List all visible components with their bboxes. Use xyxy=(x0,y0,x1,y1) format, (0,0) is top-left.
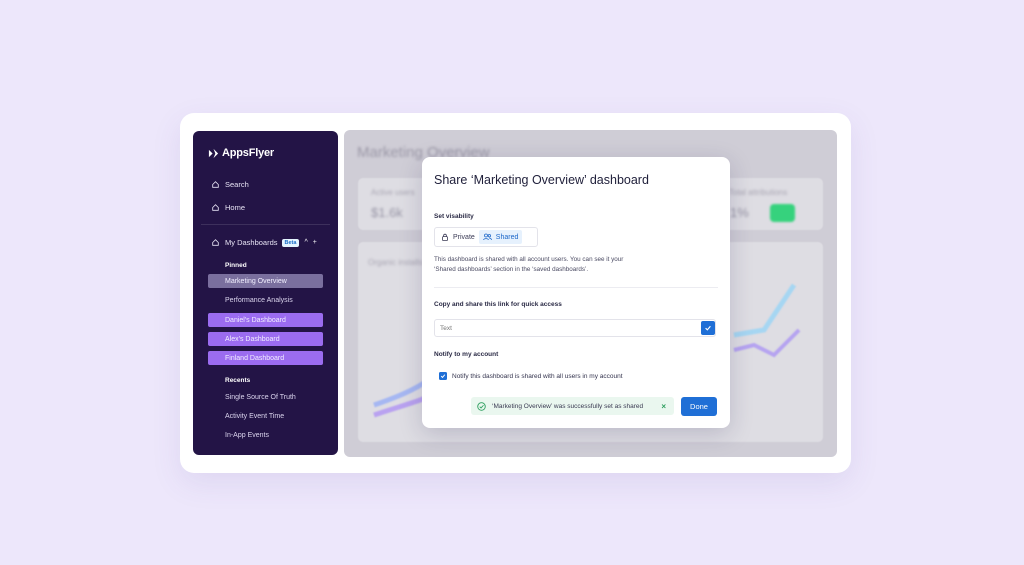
dialog-divider xyxy=(434,287,718,288)
lock-icon xyxy=(442,233,448,241)
home-icon xyxy=(212,239,219,246)
sidebar-item-my-dashboards[interactable]: My Dashboards Beta ^ + xyxy=(212,238,317,247)
private-label: Private xyxy=(453,233,475,241)
sidebar-item-search[interactable]: Search xyxy=(212,180,249,189)
sidebar-item-in-app-events[interactable]: In-App Events xyxy=(208,428,323,442)
notify-checkbox[interactable] xyxy=(439,372,447,380)
check-icon xyxy=(705,325,711,331)
share-link-input[interactable] xyxy=(434,319,716,337)
brand-logo[interactable]: AppsFlyer xyxy=(208,147,274,159)
collapse-chevron-icon[interactable]: ^ xyxy=(304,239,307,246)
sidebar-item-home[interactable]: Home xyxy=(212,203,245,212)
users-icon xyxy=(483,233,492,241)
success-toast: ‘Marketing Overview’ was successfully se… xyxy=(471,397,674,415)
done-button[interactable]: Done xyxy=(681,397,717,416)
chart-label: Organic installs xyxy=(368,258,423,267)
share-dialog: Share ‘Marketing Overview’ dashboard Set… xyxy=(422,157,730,428)
notify-section-label: Notify to my account xyxy=(434,351,499,358)
sidebar-item-label: My Dashboards xyxy=(225,238,278,247)
visibility-label: Set visability xyxy=(434,213,474,220)
check-icon xyxy=(440,374,446,379)
status-badge xyxy=(770,204,795,222)
notify-checkbox-label: Notify this dashboard is shared with all… xyxy=(452,372,623,380)
visibility-toggle: Private Shared xyxy=(434,227,538,247)
home-icon xyxy=(212,181,219,188)
kpi-value: $1.6k xyxy=(371,205,403,220)
sidebar-item-activity-event-time[interactable]: Activity Event Time xyxy=(208,409,323,423)
sidebar-item-marketing-overview[interactable]: Marketing Overview xyxy=(208,274,323,288)
appsflyer-logo-icon xyxy=(208,148,219,158)
shared-label: Shared xyxy=(495,233,519,241)
sidebar-item-daniels-dashboard[interactable]: Daniel's Dashboard xyxy=(208,313,323,327)
home-icon xyxy=(212,204,219,211)
visibility-description: This dashboard is shared with all accoun… xyxy=(434,256,624,273)
sidebar-item-alexs-dashboard[interactable]: Alex's Dashboard xyxy=(208,332,323,346)
kpi-label: Active users xyxy=(371,188,415,197)
close-icon[interactable]: × xyxy=(661,402,666,411)
sidebar: AppsFlyer Search Home My Dashboards Beta… xyxy=(193,131,338,455)
link-section-label: Copy and share this link for quick acces… xyxy=(434,301,562,308)
kpi-label: Total attributions xyxy=(729,188,788,197)
beta-badge: Beta xyxy=(281,238,300,247)
sidebar-item-finland-dashboard[interactable]: Finland Dashboard xyxy=(208,351,323,365)
sidebar-divider xyxy=(201,224,330,225)
shared-option-button[interactable]: Shared xyxy=(478,230,523,244)
kpi-value: 1% xyxy=(730,205,749,220)
notify-checkbox-row[interactable]: Notify this dashboard is shared with all… xyxy=(439,372,623,380)
sidebar-item-label: Search xyxy=(225,180,249,189)
check-circle-icon xyxy=(477,401,486,411)
pinned-heading: Pinned xyxy=(225,262,247,269)
sidebar-item-single-source-of-truth[interactable]: Single Source Of Truth xyxy=(208,390,323,404)
dialog-title: Share ‘Marketing Overview’ dashboard xyxy=(434,173,649,187)
brand-name: AppsFlyer xyxy=(222,147,274,159)
recents-heading: Recents xyxy=(225,377,251,384)
sidebar-item-performance-analysis[interactable]: Performance Analysis xyxy=(208,293,323,307)
sidebar-item-label: Home xyxy=(225,203,246,212)
private-option-button[interactable]: Private xyxy=(437,230,479,244)
add-dashboard-button[interactable]: + xyxy=(313,239,317,246)
toast-message: ‘Marketing Overview’ was successfully se… xyxy=(492,402,644,410)
copy-link-button[interactable] xyxy=(701,321,715,335)
